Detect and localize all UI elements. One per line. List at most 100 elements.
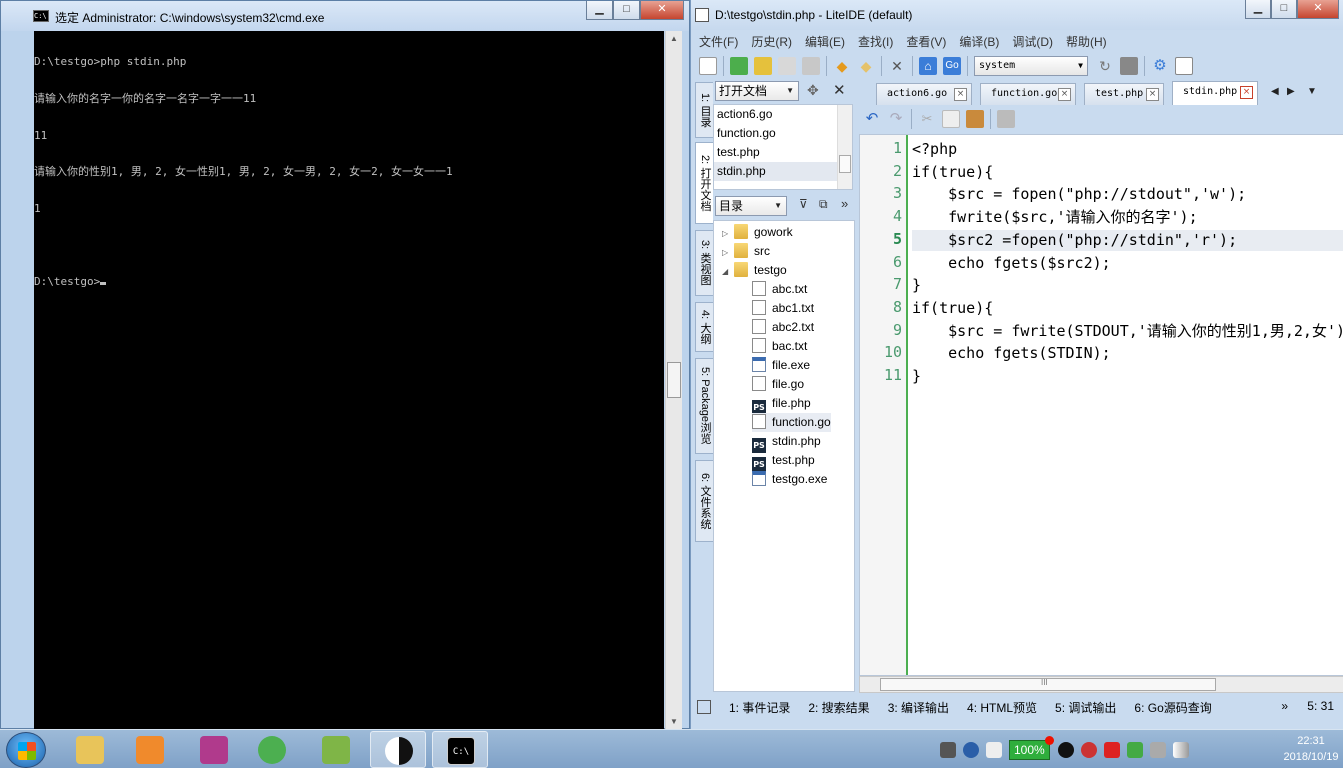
- filter-icon[interactable]: ⊽: [799, 197, 808, 211]
- open-docs-select[interactable]: 打开文档: [715, 81, 799, 101]
- menu-find[interactable]: 查找(I): [858, 33, 893, 51]
- menu-history[interactable]: 历史(R): [751, 33, 792, 51]
- code-line[interactable]: echo fgets($src2);: [912, 253, 1343, 274]
- menu-view[interactable]: 查看(V): [906, 33, 946, 51]
- tab-list-icon[interactable]: ▼: [1307, 86, 1317, 97]
- code-line-current[interactable]: $src2 =fopen("php://stdin",'r');: [912, 229, 1343, 251]
- taskbar-media-player[interactable]: [122, 731, 178, 768]
- menu-build[interactable]: 编译(B): [959, 33, 999, 51]
- menu-debug[interactable]: 调试(D): [1012, 33, 1053, 51]
- code-line[interactable]: if(true){: [912, 298, 1343, 319]
- code-line[interactable]: }: [912, 366, 1343, 387]
- directory-select[interactable]: 目录: [715, 196, 787, 216]
- taskbar-notepadpp[interactable]: [308, 731, 364, 768]
- redo-icon[interactable]: ↷: [887, 110, 905, 128]
- refresh-icon[interactable]: ↻: [1096, 57, 1114, 75]
- open-doc-item[interactable]: test.php: [714, 143, 852, 162]
- new-window-icon[interactable]: ⧉: [819, 197, 828, 212]
- help-icon[interactable]: [963, 742, 979, 758]
- paste-icon[interactable]: [966, 110, 984, 128]
- open-doc-item-selected[interactable]: stdin.php: [714, 162, 852, 181]
- tree-node[interactable]: PS file.php: [752, 394, 811, 415]
- tab-close-icon[interactable]: ×: [1240, 86, 1253, 99]
- open-docs-scrollbar[interactable]: [837, 105, 852, 189]
- maximize-icon[interactable]: □: [613, 1, 640, 20]
- menu-file[interactable]: 文件(F): [699, 33, 738, 51]
- code-line[interactable]: <?php: [912, 139, 1343, 160]
- sidetab-outline[interactable]: 4: 大纲: [695, 302, 713, 352]
- gear-icon[interactable]: ⚙: [1151, 57, 1169, 75]
- tab-close-icon[interactable]: ×: [1146, 88, 1159, 101]
- sidetab-file-system[interactable]: 6: 文件系统: [695, 460, 713, 542]
- bottom-tab-debug-output[interactable]: 5: 调试输出: [1055, 699, 1116, 716]
- save-all-icon[interactable]: [802, 57, 820, 75]
- undo-icon[interactable]: ↶: [863, 110, 881, 128]
- open-doc-item[interactable]: function.go: [714, 124, 852, 143]
- more-icon[interactable]: »: [841, 196, 848, 211]
- close-panel-icon[interactable]: ✕: [833, 81, 846, 99]
- flag-icon[interactable]: [1103, 742, 1120, 758]
- taskbar-explorer[interactable]: [62, 731, 118, 768]
- environment-select[interactable]: system: [974, 56, 1088, 76]
- close-icon[interactable]: ✕: [640, 1, 684, 20]
- cmd-scrollbar[interactable]: ▲ ▼: [665, 31, 682, 729]
- cmd-scroll-thumb[interactable]: [667, 362, 681, 398]
- editor-horizontal-scrollbar[interactable]: III: [859, 676, 1343, 693]
- tree-node[interactable]: abc1.txt: [752, 299, 814, 318]
- menu-help[interactable]: 帮助(H): [1066, 33, 1107, 51]
- fullscreen-icon[interactable]: [1175, 57, 1193, 75]
- maximize-icon[interactable]: □: [1271, 0, 1297, 19]
- check-icon[interactable]: [1126, 742, 1143, 758]
- liteide-window[interactable]: D:\testgo\stdin.php - LiteIDE (default) …: [690, 0, 1343, 729]
- cmd-window[interactable]: C:\ 选定 Administrator: C:\windows\system3…: [0, 0, 690, 729]
- bottom-tabs-more[interactable]: »: [1281, 699, 1288, 713]
- godoc-icon[interactable]: Go: [943, 57, 961, 75]
- tab-prev-icon[interactable]: ◀: [1271, 86, 1279, 97]
- code-area[interactable]: <?php if(true){ $src = fopen("php://stdou…: [912, 135, 1343, 675]
- qq-icon[interactable]: [1057, 742, 1074, 758]
- scroll-down-icon[interactable]: ▼: [670, 717, 678, 726]
- env-edit-icon[interactable]: [1120, 57, 1138, 75]
- keyboard-icon[interactable]: [940, 742, 956, 758]
- console-output[interactable]: D:\testgo>php stdin.php 请输入你的名字一你的名字一名字一…: [34, 31, 664, 729]
- cut-icon[interactable]: ✂: [918, 110, 936, 128]
- tree-node[interactable]: PS stdin.php: [752, 432, 821, 453]
- editor-tab[interactable]: test.php ×: [1084, 83, 1164, 105]
- tree-node[interactable]: abc.txt: [752, 280, 807, 299]
- signal-icon[interactable]: [1172, 742, 1189, 758]
- split-icon[interactable]: ✥: [807, 82, 819, 99]
- tree-node[interactable]: bac.txt: [752, 337, 807, 356]
- code-line[interactable]: $src = fwrite(STDOUT,'请输入你的性别1,男,2,女');: [912, 321, 1343, 342]
- start-button[interactable]: [6, 732, 46, 768]
- device-icon[interactable]: [1149, 742, 1166, 758]
- close-icon[interactable]: ✕: [1297, 0, 1339, 19]
- arrow-left-icon[interactable]: ◆: [833, 57, 851, 75]
- sidetab-class-view[interactable]: 3: 类视图: [695, 230, 713, 296]
- collapsed-arrow-icon[interactable]: ▷: [722, 224, 734, 243]
- editor-scroll-thumb[interactable]: III: [880, 678, 1216, 691]
- copy-icon[interactable]: [942, 110, 960, 128]
- scroll-up-icon[interactable]: ▲: [670, 34, 678, 43]
- code-line[interactable]: if(true){: [912, 162, 1343, 183]
- lock-icon[interactable]: [997, 110, 1015, 128]
- tree-node[interactable]: function.go: [752, 413, 831, 432]
- open-file-icon[interactable]: [730, 57, 748, 75]
- tree-node[interactable]: testgo.exe: [752, 470, 827, 489]
- no-network-icon[interactable]: [1080, 742, 1097, 758]
- code-line[interactable]: fwrite($src,'请输入你的名字');: [912, 207, 1343, 228]
- minimize-icon[interactable]: ▁: [586, 1, 613, 20]
- sidetab-open-docs[interactable]: 2: 打开文档: [695, 142, 713, 224]
- open-docs-scroll-thumb[interactable]: [839, 155, 851, 173]
- editor-tab[interactable]: action6.go ×: [876, 83, 972, 105]
- taskbar-cmd[interactable]: C:\: [432, 731, 488, 768]
- bottom-tab-go-source[interactable]: 6: Go源码查询: [1134, 699, 1211, 716]
- tab-next-icon[interactable]: ▶: [1287, 86, 1295, 97]
- cmd-titlebar[interactable]: C:\ 选定 Administrator: C:\windows\system3…: [1, 1, 689, 31]
- tree-node[interactable]: ▷ src: [722, 242, 770, 261]
- code-editor[interactable]: 1 2 3 4 5 6 7 8 9 10 11 <?php if(true){ $src = fope…: [859, 134, 1343, 676]
- battery-indicator[interactable]: 100%: [1009, 736, 1054, 760]
- taskbar-chrome[interactable]: [244, 731, 300, 768]
- bottom-tab-html-preview[interactable]: 4: HTML预览: [967, 699, 1037, 716]
- new-file-icon[interactable]: [699, 57, 717, 75]
- sidetab-package-browser[interactable]: 5: Package浏览: [695, 358, 713, 454]
